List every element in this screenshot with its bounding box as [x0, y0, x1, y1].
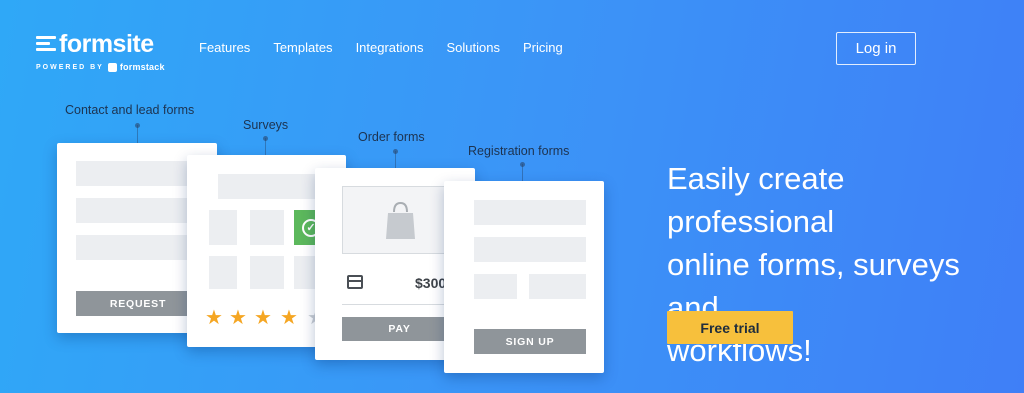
survey-option [250, 256, 284, 289]
divider [342, 304, 457, 305]
star-filled-icon: ★ [254, 307, 272, 329]
survey-option [209, 256, 237, 289]
label-contact-forms: Contact and lead forms [65, 103, 195, 117]
main-nav: Features Templates Integrations Solution… [199, 40, 563, 55]
powered-by-text: POWERED BY [36, 63, 104, 71]
pin-contact [135, 123, 140, 143]
survey-option [209, 210, 237, 245]
credit-card-icon [347, 275, 363, 289]
form-field [76, 235, 200, 260]
nav-features[interactable]: Features [199, 40, 250, 55]
product-image [342, 186, 457, 254]
registration-form-card: SIGN UP [444, 181, 604, 373]
brand-name: formsite [59, 30, 154, 58]
form-field [218, 174, 328, 199]
form-field [474, 237, 586, 262]
order-price: $300 [415, 275, 447, 291]
star-filled-icon: ★ [229, 307, 247, 329]
pay-button: PAY [342, 317, 457, 341]
parent-brand: formstack [119, 62, 165, 72]
form-field [76, 198, 200, 223]
pin-order [393, 149, 398, 168]
label-surveys: Surveys [243, 118, 289, 132]
form-field [474, 200, 586, 225]
powered-by: POWERED BY formstack [36, 62, 165, 72]
label-registration-forms: Registration forms [468, 144, 570, 158]
formstack-icon [107, 62, 117, 72]
nav-integrations[interactable]: Integrations [356, 40, 424, 55]
star-filled-icon: ★ [280, 307, 298, 329]
form-field [529, 274, 586, 299]
request-button: REQUEST [76, 291, 200, 316]
star-filled-icon: ★ [205, 307, 223, 329]
hero-line-1: Easily create professional [667, 161, 845, 239]
label-order-forms: Order forms [358, 130, 425, 144]
form-field [76, 161, 200, 186]
formsite-logo-icon [36, 34, 56, 54]
pin-surveys [263, 136, 268, 155]
form-field [474, 274, 517, 299]
sign-up-button: SIGN UP [474, 329, 586, 354]
pin-registration [520, 162, 525, 181]
shopping-bag-icon [386, 201, 415, 239]
free-trial-button[interactable]: Free trial [667, 311, 793, 344]
survey-option [250, 210, 284, 245]
login-button[interactable]: Log in [836, 32, 916, 65]
nav-pricing[interactable]: Pricing [523, 40, 563, 55]
brand-logo[interactable]: formsite POWERED BY formstack [36, 31, 165, 72]
nav-solutions[interactable]: Solutions [447, 40, 500, 55]
nav-templates[interactable]: Templates [273, 40, 332, 55]
